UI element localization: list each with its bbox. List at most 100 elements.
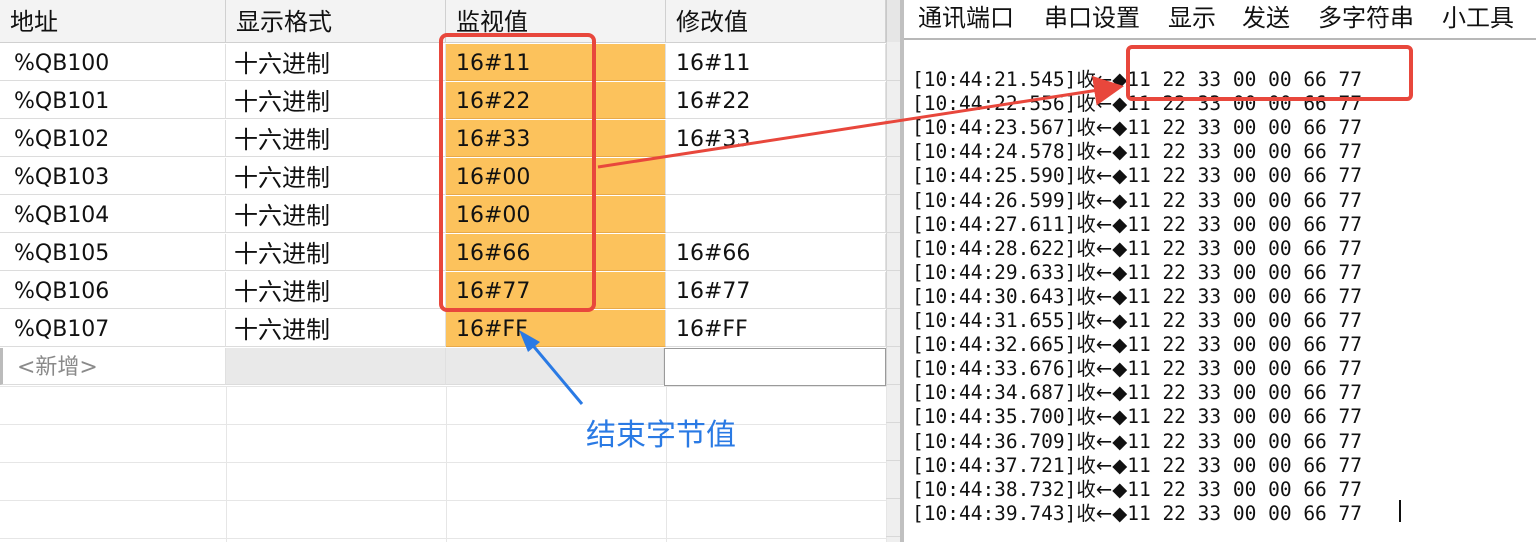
cell-monitor-value[interactable]: 16#22	[446, 82, 666, 119]
menu-display[interactable]: 显示	[1168, 0, 1216, 38]
cell-modify-value[interactable]: 16#66	[666, 234, 886, 271]
text-caret	[1399, 500, 1401, 522]
cell-display-format[interactable]: 十六进制	[226, 158, 446, 195]
receive-direction-marker: 收←◆	[1076, 381, 1128, 405]
table-row[interactable]: %QB107 十六进制 16#FF 16#FF	[0, 310, 900, 348]
table-row[interactable]: %QB104 十六进制 16#00	[0, 196, 900, 234]
cell-modify-value[interactable]: 16#11	[666, 44, 886, 81]
empty-column-divider	[226, 386, 227, 542]
cell-monitor-value[interactable]: 16#FF	[446, 310, 666, 347]
empty-row-divider	[0, 386, 886, 387]
row-edge-divider	[886, 422, 900, 423]
cell-address[interactable]: %QB107	[0, 310, 226, 347]
header-overflow-edge	[886, 0, 900, 42]
log-line: [10:44:22.556]收←◆11 22 33 00 00 66 77	[912, 92, 1362, 116]
cell-modify-value[interactable]	[666, 196, 886, 233]
row-edge-divider	[886, 460, 900, 461]
table-row[interactable]: %QB100 十六进制 16#11 16#11	[0, 44, 900, 82]
cell-modify-value[interactable]: 16#77	[666, 272, 886, 309]
log-line: [10:44:31.655]收←◆11 22 33 00 00 66 77	[912, 309, 1362, 333]
log-timestamp: [10:44:32.665]	[912, 333, 1077, 357]
new-row-format[interactable]	[226, 348, 446, 385]
empty-row-divider	[0, 500, 886, 501]
cell-modify-value[interactable]	[666, 158, 886, 195]
cell-display-format[interactable]: 十六进制	[226, 310, 446, 347]
log-data-bytes: 11 22 33 00 00 66 77	[1127, 284, 1363, 308]
terminal-menubar: 通讯端口 串口设置 显示 发送 多字符串 小工具	[904, 0, 1536, 39]
cell-address[interactable]: %QB100	[0, 44, 226, 81]
receive-direction-marker: 收←◆	[1076, 357, 1128, 381]
log-line: [10:44:34.687]收←◆11 22 33 00 00 66 77	[912, 381, 1362, 405]
cell-monitor-value[interactable]: 16#77	[446, 272, 666, 309]
log-data-bytes: 11 22 33 00 00 66 77	[1127, 429, 1363, 453]
cell-monitor-value[interactable]: 16#00	[446, 158, 666, 195]
receive-direction-marker: 收←◆	[1076, 453, 1128, 477]
cell-modify-value[interactable]: 16#33	[666, 120, 886, 157]
new-row-modify-input[interactable]	[664, 348, 886, 386]
receive-direction-marker: 收←◆	[1076, 140, 1128, 164]
watch-table: 地址 显示格式 监视值 修改值 %QB100 十六进制 16#11 16#11 %QB1…	[0, 0, 900, 542]
log-data-bytes: 11 22 33 00 00 66 77	[1127, 477, 1363, 501]
cell-address[interactable]: %QB104	[0, 196, 226, 233]
receive-direction-marker: 收←◆	[1076, 212, 1128, 236]
log-timestamp: [10:44:25.590]	[912, 164, 1077, 188]
table-row[interactable]: %QB102 十六进制 16#33 16#33	[0, 120, 900, 158]
header-monitor-value[interactable]: 监视值	[446, 0, 666, 42]
cell-display-format[interactable]: 十六进制	[226, 234, 446, 271]
table-row[interactable]: %QB103 十六进制 16#00	[0, 158, 900, 196]
row-edge-divider	[886, 308, 900, 309]
log-timestamp: [10:44:22.556]	[912, 92, 1077, 116]
table-row[interactable]: %QB101 十六进制 16#22 16#22	[0, 82, 900, 120]
log-timestamp: [10:44:35.700]	[912, 405, 1077, 429]
cell-display-format[interactable]: 十六进制	[226, 196, 446, 233]
log-timestamp: [10:44:31.655]	[912, 309, 1077, 332]
cell-display-format[interactable]: 十六进制	[226, 272, 446, 309]
cell-address[interactable]: %QB105	[0, 234, 226, 271]
cell-address[interactable]: %QB103	[0, 158, 226, 195]
cell-monitor-value[interactable]: 16#66	[446, 234, 666, 271]
new-row-monitor[interactable]	[446, 348, 664, 385]
log-data-bytes: 11 22 33 00 00 66 77	[1127, 236, 1363, 260]
receive-log[interactable]: [10:44:21.545]收←◆11 22 33 00 00 66 77 [10…	[904, 38, 1536, 542]
log-data-bytes: 11 22 33 00 00 66 77	[1127, 357, 1363, 381]
cell-address[interactable]: %QB101	[0, 82, 226, 119]
menu-serial-settings[interactable]: 串口设置	[1044, 0, 1140, 38]
row-edge-divider	[886, 384, 900, 385]
receive-direction-marker: 收←◆	[1076, 260, 1128, 284]
table-header: 地址 显示格式 监视值 修改值	[0, 0, 900, 43]
cell-display-format[interactable]: 十六进制	[226, 82, 446, 119]
cell-address[interactable]: %QB102	[0, 120, 226, 157]
log-data-bytes: 11 22 33 00 00 66 77	[1127, 501, 1363, 525]
cell-modify-value[interactable]: 16#22	[666, 82, 886, 119]
menu-comm-port[interactable]: 通讯端口	[918, 0, 1014, 38]
menu-send[interactable]: 发送	[1242, 0, 1290, 38]
empty-column-divider	[446, 386, 447, 542]
cell-address[interactable]: %QB106	[0, 272, 226, 309]
log-data-bytes: 11 22 33 00 00 66 77	[1127, 68, 1363, 91]
table-row[interactable]: %QB106 十六进制 16#77 16#77	[0, 272, 900, 310]
new-row-placeholder[interactable]: <新增>	[0, 348, 226, 385]
row-edge-divider	[886, 232, 900, 233]
table-row[interactable]: %QB105 十六进制 16#66 16#66	[0, 234, 900, 272]
header-address[interactable]: 地址	[0, 0, 226, 42]
log-timestamp: [10:44:29.633]	[912, 260, 1077, 284]
receive-direction-marker: 收←◆	[1076, 164, 1128, 188]
cell-monitor-value[interactable]: 16#00	[446, 196, 666, 233]
header-modify-value[interactable]: 修改值	[666, 0, 886, 42]
cell-modify-value[interactable]: 16#FF	[666, 310, 886, 347]
header-display-format[interactable]: 显示格式	[226, 0, 446, 42]
cell-monitor-value[interactable]: 16#33	[446, 120, 666, 157]
menu-tools[interactable]: 小工具	[1442, 0, 1514, 38]
receive-direction-marker: 收←◆	[1076, 429, 1128, 453]
cell-monitor-value[interactable]: 16#11	[446, 44, 666, 81]
table-row-new[interactable]: <新增>	[0, 348, 900, 386]
cell-display-format[interactable]: 十六进制	[226, 120, 446, 157]
log-data-bytes: 11 22 33 00 00 66 77	[1127, 405, 1363, 429]
receive-direction-marker: 收←◆	[1076, 405, 1128, 429]
cell-display-format[interactable]: 十六进制	[226, 44, 446, 81]
log-timestamp: [10:44:37.721]	[912, 453, 1077, 477]
log-line: [10:44:29.633]收←◆11 22 33 00 00 66 77	[912, 261, 1362, 285]
log-data-bytes: 11 22 33 00 00 66 77	[1127, 140, 1363, 164]
log-data-bytes: 11 22 33 00 00 66 77	[1127, 188, 1363, 212]
menu-multi-string[interactable]: 多字符串	[1318, 0, 1414, 38]
